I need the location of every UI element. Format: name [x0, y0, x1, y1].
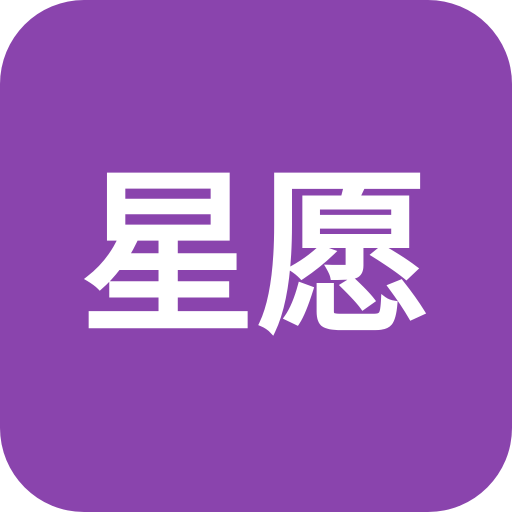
app-icon-label: 星愿: [79, 153, 432, 358]
app-icon[interactable]: 星愿: [0, 0, 512, 512]
